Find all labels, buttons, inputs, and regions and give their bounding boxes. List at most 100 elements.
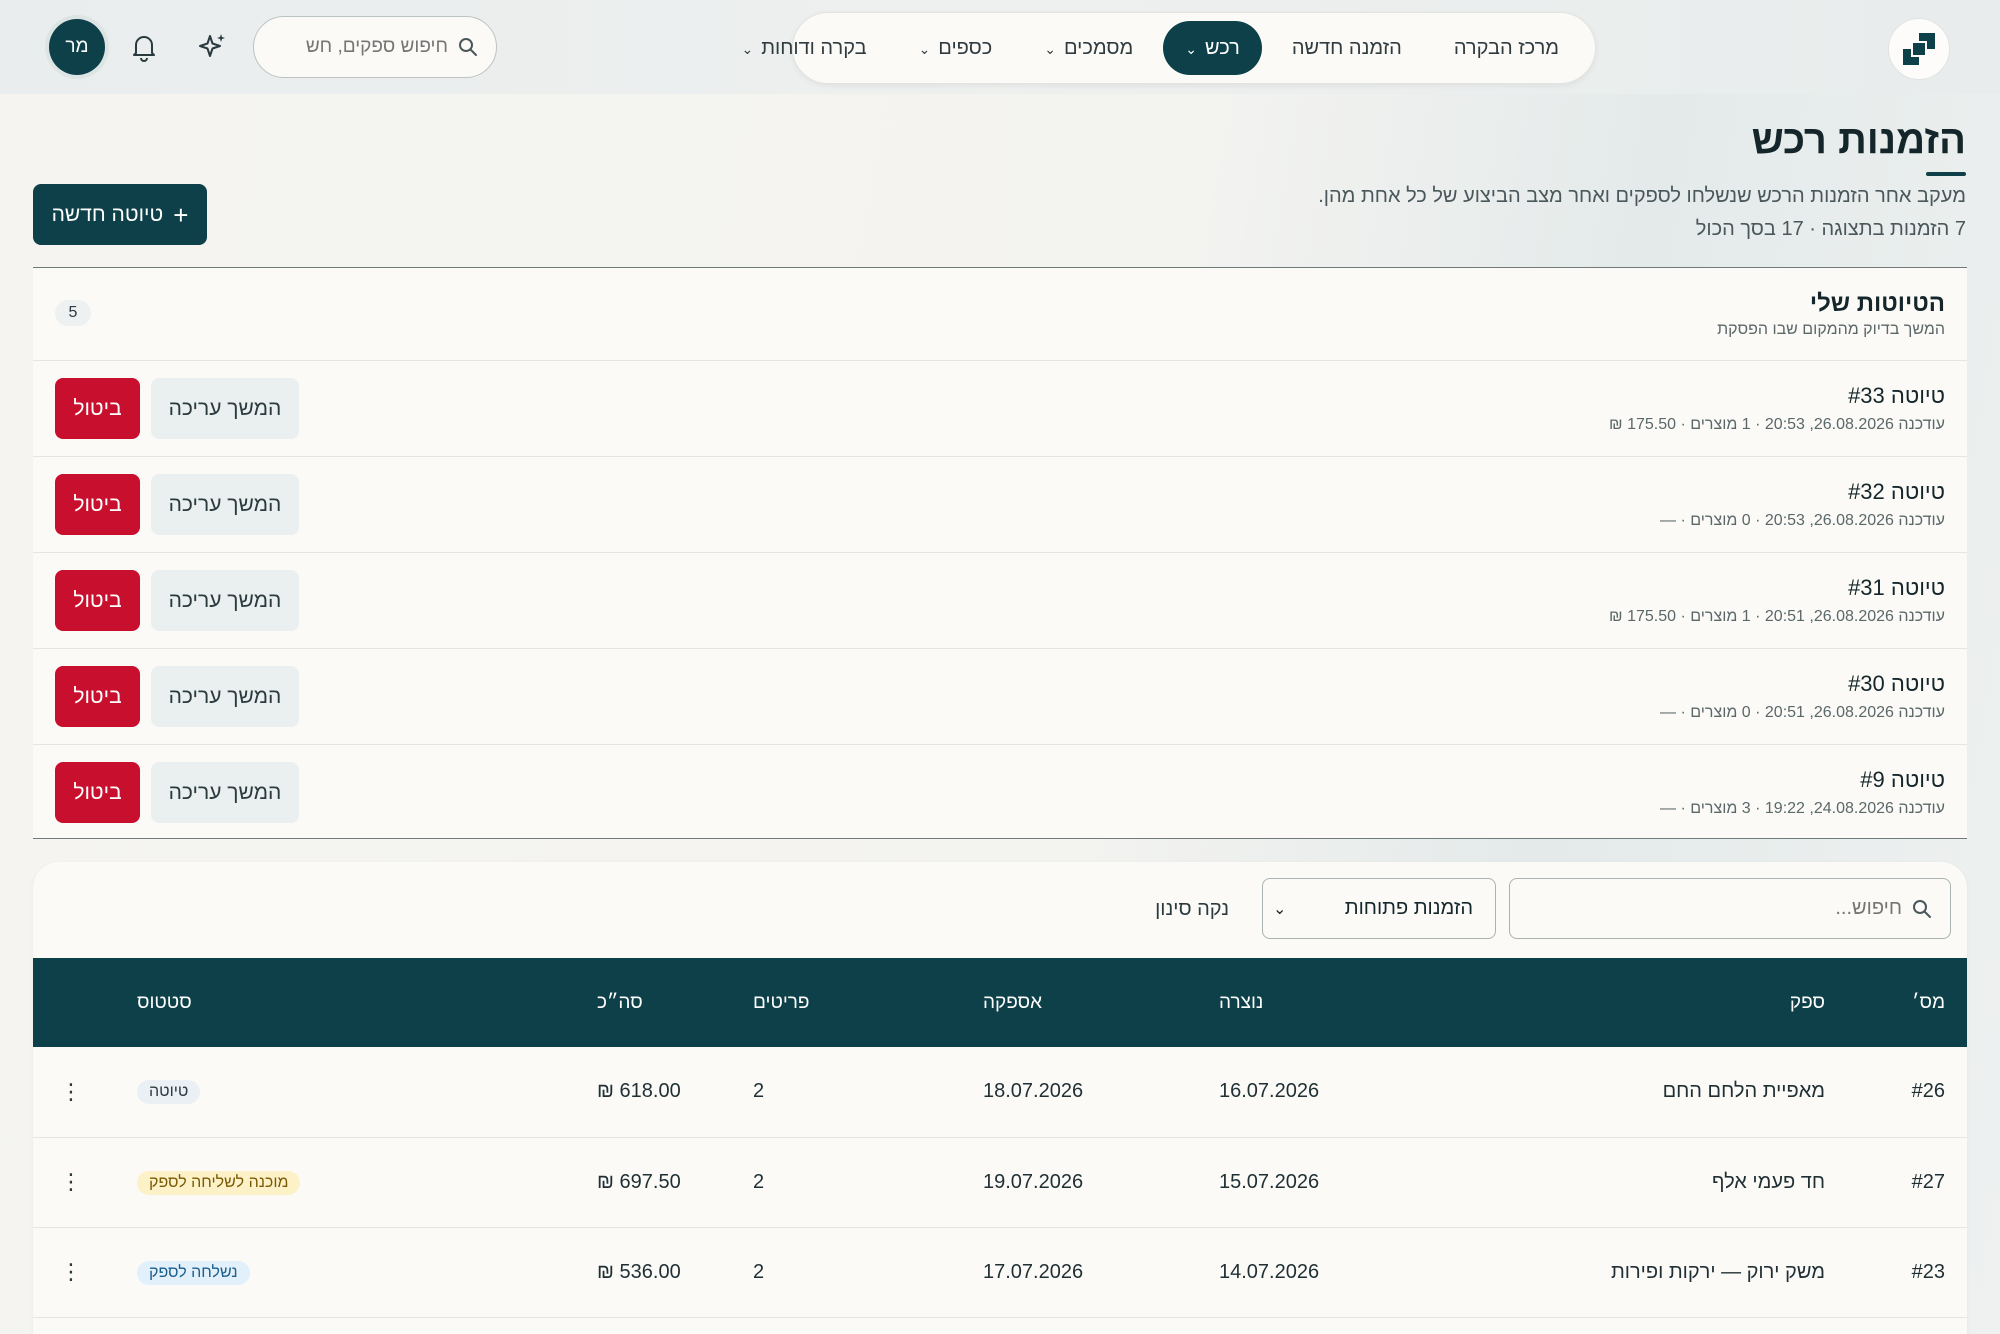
cell-actions: ⋮ <box>33 1227 115 1318</box>
nav-item-4[interactable]: כספים ⌄ <box>897 21 1015 75</box>
column-header[interactable]: אספקה <box>961 958 1197 1047</box>
chevron-down-icon: ⌄ <box>1185 40 1198 57</box>
orders-table: מס׳ ספק נוצרה אספקה פריטים סה״כ סטטוס #26 מאפיי… <box>33 958 1967 1318</box>
filter-selected-value: הזמנות פתוחות <box>1344 897 1473 919</box>
cell-status: נשלחה לספק <box>115 1227 575 1318</box>
draft-name: טיוטה #33 <box>1848 383 1945 408</box>
nav-item-3[interactable]: מסמכים ⌄ <box>1022 21 1155 75</box>
title-underline <box>1926 172 1966 176</box>
cell-supplier: מאפיית הלחם החם <box>1397 1047 1847 1138</box>
bell-icon <box>133 36 155 62</box>
draft-name: טיוטה #32 <box>1848 479 1945 504</box>
table-row[interactable]: #23 משק ירוק — ירקות ופירות 14.07.2026 17.0… <box>33 1227 1967 1318</box>
page-title: הזמנות רכש <box>1751 118 1966 162</box>
user-avatar[interactable]: מר <box>49 19 105 75</box>
draft-row: טיוטה #33 עודכנה 26.08.2026, 20:53 · 1 מו… <box>33 361 1967 457</box>
app-logo[interactable] <box>1888 18 1950 80</box>
plus-icon: + <box>173 199 189 230</box>
cell-created: 16.07.2026 <box>1197 1047 1397 1138</box>
continue-editing-button[interactable]: המשך עריכה <box>151 378 299 439</box>
chevron-down-icon: ⌄ <box>1044 40 1057 57</box>
cell-id: #27 <box>1847 1137 1967 1228</box>
draft-meta: עודכנה 26.08.2026, 20:51 · 1 מוצרים · 17… <box>1609 608 1945 625</box>
more-options-icon[interactable]: ⋮ <box>59 1259 83 1285</box>
column-header[interactable]: מס׳ <box>1847 958 1967 1047</box>
logo-icon <box>1903 33 1935 65</box>
column-header[interactable]: ספק <box>1397 958 1847 1047</box>
global-search-input[interactable] <box>298 36 448 58</box>
draft-meta: עודכנה 26.08.2026, 20:51 · 0 מוצרים · — <box>1660 704 1945 721</box>
main-nav: מרכז הבקרה הזמנה חדשה רכש ⌄ מסמכים ⌄ כספים ⌄ בקר… <box>741 12 1596 84</box>
nav-item-1[interactable]: הזמנה חדשה <box>1270 21 1424 75</box>
cancel-draft-button[interactable]: ביטול <box>55 762 140 823</box>
nav-item-5[interactable]: בקרה ודוחות ⌄ <box>719 21 888 75</box>
column-header[interactable]: פריטים <box>731 958 961 1047</box>
cell-actions: ⋮ <box>33 1047 115 1138</box>
search-icon <box>459 38 477 56</box>
ai-assistant-button[interactable] <box>190 24 236 70</box>
actions-column-header <box>33 958 115 1047</box>
draft-meta: עודכנה 26.08.2026, 20:53 · 1 מוצרים · 17… <box>1609 416 1945 433</box>
column-header[interactable]: סה״כ <box>575 958 731 1047</box>
my-drafts-panel: הטיוטות שלי המשך בדיוק מהמקום שבו הפסקת … <box>33 267 1967 839</box>
status-badge: נשלחה לספק <box>137 1260 250 1285</box>
cell-total: 697.50 ₪ <box>575 1137 731 1228</box>
draft-name: טיוטה #9 <box>1860 767 1945 792</box>
status-badge: טיוטה <box>137 1080 201 1105</box>
cancel-draft-button[interactable]: ביטול <box>55 474 140 535</box>
table-row[interactable]: #27 חד פעמי אלף 15.07.2026 19.07.2026 2 697.5… <box>33 1137 1967 1228</box>
drafts-title: הטיוטות שלי <box>1809 290 1945 317</box>
orders-filter-bar: הזמנות פתוחות ⌄ נקה סינון <box>33 862 1967 958</box>
continue-editing-button[interactable]: המשך עריכה <box>151 762 299 823</box>
drafts-count-badge: 5 <box>55 300 91 326</box>
draft-row: טיוטה #32 עודכנה 26.08.2026, 20:53 · 0 מו… <box>33 457 1967 553</box>
draft-meta: עודכנה 24.08.2026, 19:22 · 3 מוצרים · — <box>1660 800 1945 817</box>
orders-table-panel: הזמנות פתוחות ⌄ נקה סינון מס׳ספקנוצרהאספ… <box>33 862 1967 1334</box>
cancel-draft-button[interactable]: ביטול <box>55 378 140 439</box>
drafts-subtitle: המשך בדיוק מהמקום שבו הפסקת <box>1717 321 1945 338</box>
nav-item-label: בקרה ודוחות <box>761 36 867 59</box>
cell-supplier: חד פעמי אלף <box>1397 1137 1847 1228</box>
draft-row: טיוטה #30 עודכנה 26.08.2026, 20:51 · 0 מו… <box>33 649 1967 745</box>
draft-name: טיוטה #30 <box>1848 671 1945 696</box>
new-draft-button[interactable]: + טיוטה חדשה <box>33 184 207 245</box>
column-header[interactable]: סטטוס <box>115 958 575 1047</box>
cell-id: #23 <box>1847 1227 1967 1318</box>
cell-delivery: 17.07.2026 <box>961 1227 1197 1318</box>
table-row[interactable]: #26 מאפיית הלחם החם 16.07.2026 18.07.2026 2 6… <box>33 1047 1967 1138</box>
nav-item-2[interactable]: רכש ⌄ <box>1163 21 1262 75</box>
cancel-draft-button[interactable]: ביטול <box>55 666 140 727</box>
cell-items: 2 <box>731 1047 961 1138</box>
orders-search[interactable] <box>1509 878 1951 939</box>
cell-status: מוכנה לשליחה לספק <box>115 1137 575 1228</box>
notifications-button[interactable] <box>121 24 167 70</box>
continue-editing-button[interactable]: המשך עריכה <box>151 666 299 727</box>
continue-editing-button[interactable]: המשך עריכה <box>151 570 299 631</box>
orders-status-filter[interactable]: הזמנות פתוחות ⌄ <box>1262 878 1496 939</box>
continue-editing-button[interactable]: המשך עריכה <box>151 474 299 535</box>
search-icon <box>1913 899 1931 918</box>
cell-actions: ⋮ <box>33 1137 115 1228</box>
orders-search-input[interactable] <box>1542 897 1902 920</box>
cell-total: 536.00 ₪ <box>575 1227 731 1318</box>
nav-item-label: הזמנה חדשה <box>1291 36 1402 59</box>
draft-name: טיוטה #31 <box>1848 575 1945 600</box>
nav-item-0[interactable]: מרכז הבקרה <box>1432 21 1581 75</box>
column-header[interactable]: נוצרה <box>1197 958 1397 1047</box>
cancel-draft-button[interactable]: ביטול <box>55 570 140 631</box>
orders-count-summary: 7 הזמנות בתצוגה · 17 בסך הכול <box>1695 218 1966 240</box>
more-options-icon[interactable]: ⋮ <box>59 1169 83 1195</box>
clear-filter-link[interactable]: נקה סינון <box>1155 898 1229 921</box>
more-options-icon[interactable]: ⋮ <box>59 1079 83 1105</box>
sparkles-icon <box>199 34 225 57</box>
cell-total: 618.00 ₪ <box>575 1047 731 1138</box>
global-search[interactable] <box>253 16 497 78</box>
cell-created: 15.07.2026 <box>1197 1137 1397 1228</box>
status-badge: מוכנה לשליחה לספק <box>137 1170 301 1195</box>
cell-delivery: 19.07.2026 <box>961 1137 1197 1228</box>
chevron-down-icon: ⌄ <box>741 40 754 57</box>
cell-items: 2 <box>731 1227 961 1318</box>
nav-item-label: מסמכים <box>1064 36 1134 59</box>
cell-status: טיוטה <box>115 1047 575 1138</box>
new-draft-label: טיוטה חדשה <box>51 202 164 226</box>
